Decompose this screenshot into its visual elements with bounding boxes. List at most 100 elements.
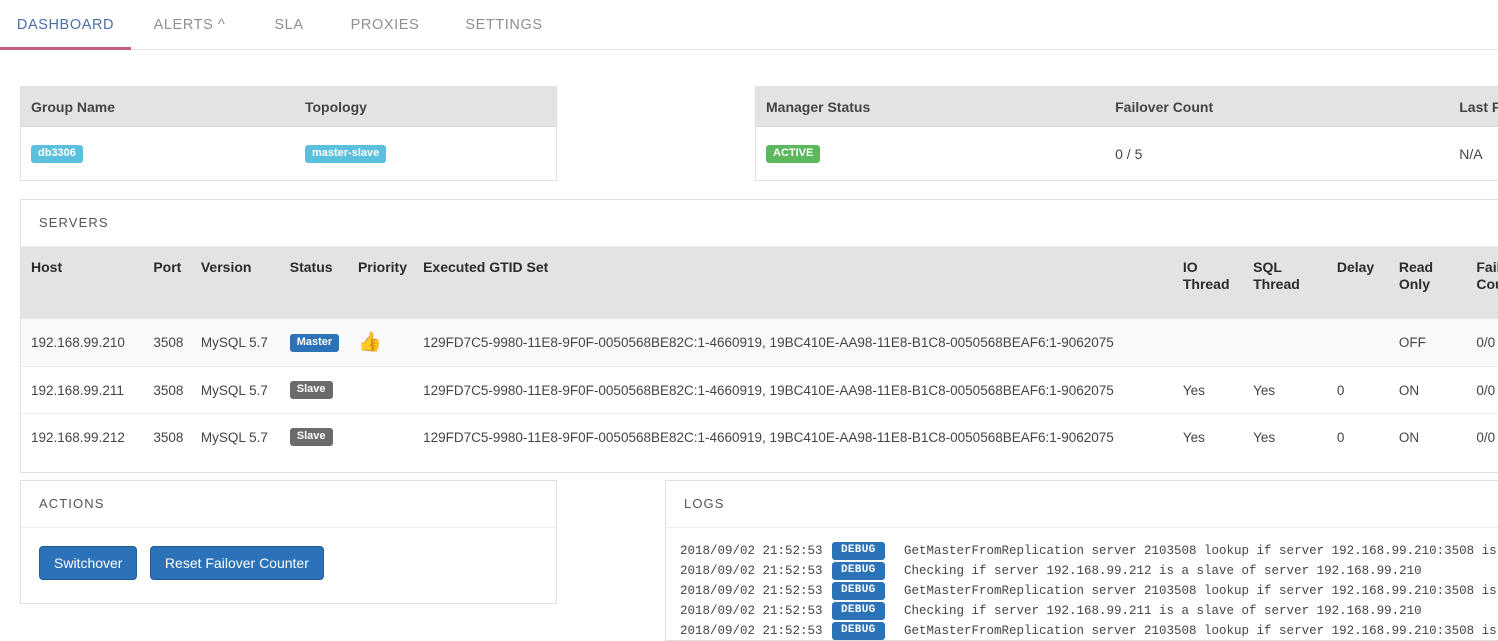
manager-summary-card: Manager Status Failover Count Last Fai A… (755, 86, 1498, 181)
header-manager-status: Manager Status (766, 98, 871, 115)
cell-last-failover: N/A (1459, 145, 1483, 162)
tab-settings[interactable]: SETTINGS (440, 0, 568, 49)
col-header-host[interactable]: Host (21, 247, 154, 319)
tab-alerts[interactable]: ALERTS ^ (131, 0, 248, 49)
cell-executed-gtid-set: 129FD7C5-9980-11E8-9F0F-0050568BE82C:1-4… (423, 319, 1183, 367)
log-line: 2018/09/02 21:52:53 DEBUG Checking if serv… (680, 601, 1498, 621)
cell-io-thread (1182, 319, 1254, 367)
log-message: Checking if server 192.168.99.212 is a s… (904, 564, 1422, 578)
group-summary-card: Group Name Topology db3306 master-slave (20, 86, 557, 181)
table-row[interactable]: 192.168.99.211 3508 MySQL 5.7 Slave 129FD7C5… (21, 366, 1498, 414)
switchover-button[interactable]: Switchover (39, 546, 138, 580)
col-header-io-line2: Thread (1182, 276, 1230, 292)
cell-executed-gtid-set: 129FD7C5-9980-11E8-9F0F-0050568BE82C:1-4… (423, 366, 1183, 414)
cell-read-only: OFF (1398, 319, 1477, 367)
group-card-body: db3306 master-slave (21, 127, 556, 180)
col-header-sql-line2: Thread (1253, 276, 1300, 292)
manager-status-badge: ACTIVE (766, 144, 821, 163)
log-timestamp: 2018/09/02 21:52:53 (680, 624, 823, 638)
log-line: 2018/09/02 21:52:53 DEBUG Checking if serv… (680, 561, 1498, 581)
header-topology: Topology (304, 98, 367, 115)
status-badge: Master (289, 333, 340, 352)
servers-header-row: Host Port Version Status Priority Execut… (21, 247, 1498, 319)
log-level-cell: DEBUG (832, 541, 904, 561)
header-last-failover: Last Fai (1459, 98, 1498, 115)
cell-failover-count: 0 / 5 (1115, 145, 1143, 162)
col-header-sql-thread[interactable]: SQL Thread (1253, 247, 1337, 319)
tab-dashboard-label: DASHBOARD (16, 17, 115, 33)
tab-sla-label: SLA (274, 17, 304, 33)
cell-status: Slave (289, 366, 358, 414)
col-header-fail-line2: Count (1476, 276, 1498, 292)
cell-topology: master-slave (295, 144, 556, 163)
cell-sql-thread (1253, 319, 1337, 367)
col-header-delay[interactable]: Delay (1336, 247, 1399, 319)
log-timestamp: 2018/09/02 21:52:53 (680, 604, 823, 618)
cell-read-only: ON (1398, 366, 1477, 414)
cell-version: MySQL 5.7 (200, 366, 290, 414)
tab-dashboard[interactable]: DASHBOARD (0, 0, 131, 50)
tab-proxies[interactable]: PROXIES (330, 0, 440, 49)
logs-panel-title: LOGS (666, 481, 1498, 528)
cell-status: Slave (289, 413, 358, 472)
cell-io-thread: Yes (1182, 366, 1254, 414)
servers-table: Host Port Version Status Priority Execut… (21, 247, 1498, 472)
cell-version: MySQL 5.7 (200, 413, 290, 472)
group-name-badge[interactable]: db3306 (31, 144, 83, 163)
col-header-io-line1: IO (1182, 259, 1198, 275)
table-row[interactable]: 192.168.99.210 3508 MySQL 5.7 Master 👍 129FD7… (21, 319, 1498, 367)
cell-port: 3508 (153, 319, 201, 367)
log-message: GetMasterFromReplication server 2103508 … (904, 584, 1498, 598)
cell-executed-gtid-set: 129FD7C5-9980-11E8-9F0F-0050568BE82C:1-4… (423, 413, 1183, 472)
cell-fail-count: 0/0 (1476, 366, 1498, 414)
reset-failover-counter-button[interactable]: Reset Failover Counter (149, 546, 324, 580)
log-message: GetMasterFromReplication server 2103508 … (904, 624, 1498, 638)
log-level-cell: DEBUG (832, 621, 904, 640)
col-header-ro-line1: Read (1398, 259, 1434, 275)
cell-port: 3508 (153, 413, 201, 472)
cell-group-name: db3306 (21, 144, 295, 163)
log-level-badge: DEBUG (832, 561, 885, 580)
header-group-name: Group Name (31, 98, 116, 115)
log-message: GetMasterFromReplication server 2103508 … (904, 544, 1498, 558)
col-header-status[interactable]: Status (289, 247, 358, 319)
summary-cards-region: Group Name Topology db3306 master-slave … (0, 86, 1498, 186)
cell-priority (357, 413, 424, 472)
cell-io-thread: Yes (1182, 413, 1254, 472)
cell-delay: 0 (1336, 366, 1399, 414)
cell-fail-count: 0/0 (1476, 413, 1498, 472)
log-level-cell: DEBUG (832, 581, 904, 601)
log-line: 2018/09/02 21:52:53 DEBUG GetMasterFromRep… (680, 581, 1498, 601)
col-header-gtid[interactable]: Executed GTID Set (423, 247, 1183, 319)
log-level-badge: DEBUG (832, 601, 885, 620)
status-badge: Slave (289, 428, 333, 446)
cell-priority: 👍 (357, 319, 424, 367)
logs-list[interactable]: 2018/09/02 21:52:53 DEBUG GetMasterFromRep… (666, 528, 1498, 640)
col-header-priority[interactable]: Priority (357, 247, 424, 319)
log-message: Checking if server 192.168.99.211 is a s… (904, 604, 1422, 618)
logs-panel: LOGS 2018/09/02 21:52:53 DEBUG GetMasterFr… (665, 480, 1498, 641)
col-header-fail-line1: Fail (1476, 259, 1498, 275)
col-header-fail-count[interactable]: Fail Count (1476, 247, 1498, 319)
top-navbar: DASHBOARD ALERTS ^ SLA PROXIES SETTINGS (0, 0, 1498, 50)
thumbs-up-icon[interactable]: 👍 (358, 333, 382, 352)
col-header-read-only[interactable]: Read Only (1398, 247, 1477, 319)
log-level-badge: DEBUG (832, 621, 885, 640)
tab-settings-label: SETTINGS (465, 17, 543, 33)
cell-status: Master (289, 319, 358, 367)
log-level-cell: DEBUG (832, 601, 904, 621)
col-header-io-thread[interactable]: IO Thread (1182, 247, 1254, 319)
cell-read-only: ON (1398, 413, 1477, 472)
cell-delay (1336, 319, 1399, 367)
col-header-version[interactable]: Version (200, 247, 290, 319)
table-row[interactable]: 192.168.99.212 3508 MySQL 5.7 Slave 129FD7C5… (21, 413, 1498, 472)
cell-host: 192.168.99.211 (21, 366, 154, 414)
actions-button-row: Switchover Reset Failover Counter (21, 528, 556, 603)
log-timestamp: 2018/09/02 21:52:53 (680, 544, 823, 558)
col-header-port[interactable]: Port (153, 247, 201, 319)
tab-sla[interactable]: SLA (248, 0, 330, 49)
col-header-sql-line1: SQL (1253, 259, 1282, 275)
cell-host: 192.168.99.210 (21, 319, 154, 367)
cell-version: MySQL 5.7 (200, 319, 290, 367)
topology-badge[interactable]: master-slave (304, 144, 387, 163)
